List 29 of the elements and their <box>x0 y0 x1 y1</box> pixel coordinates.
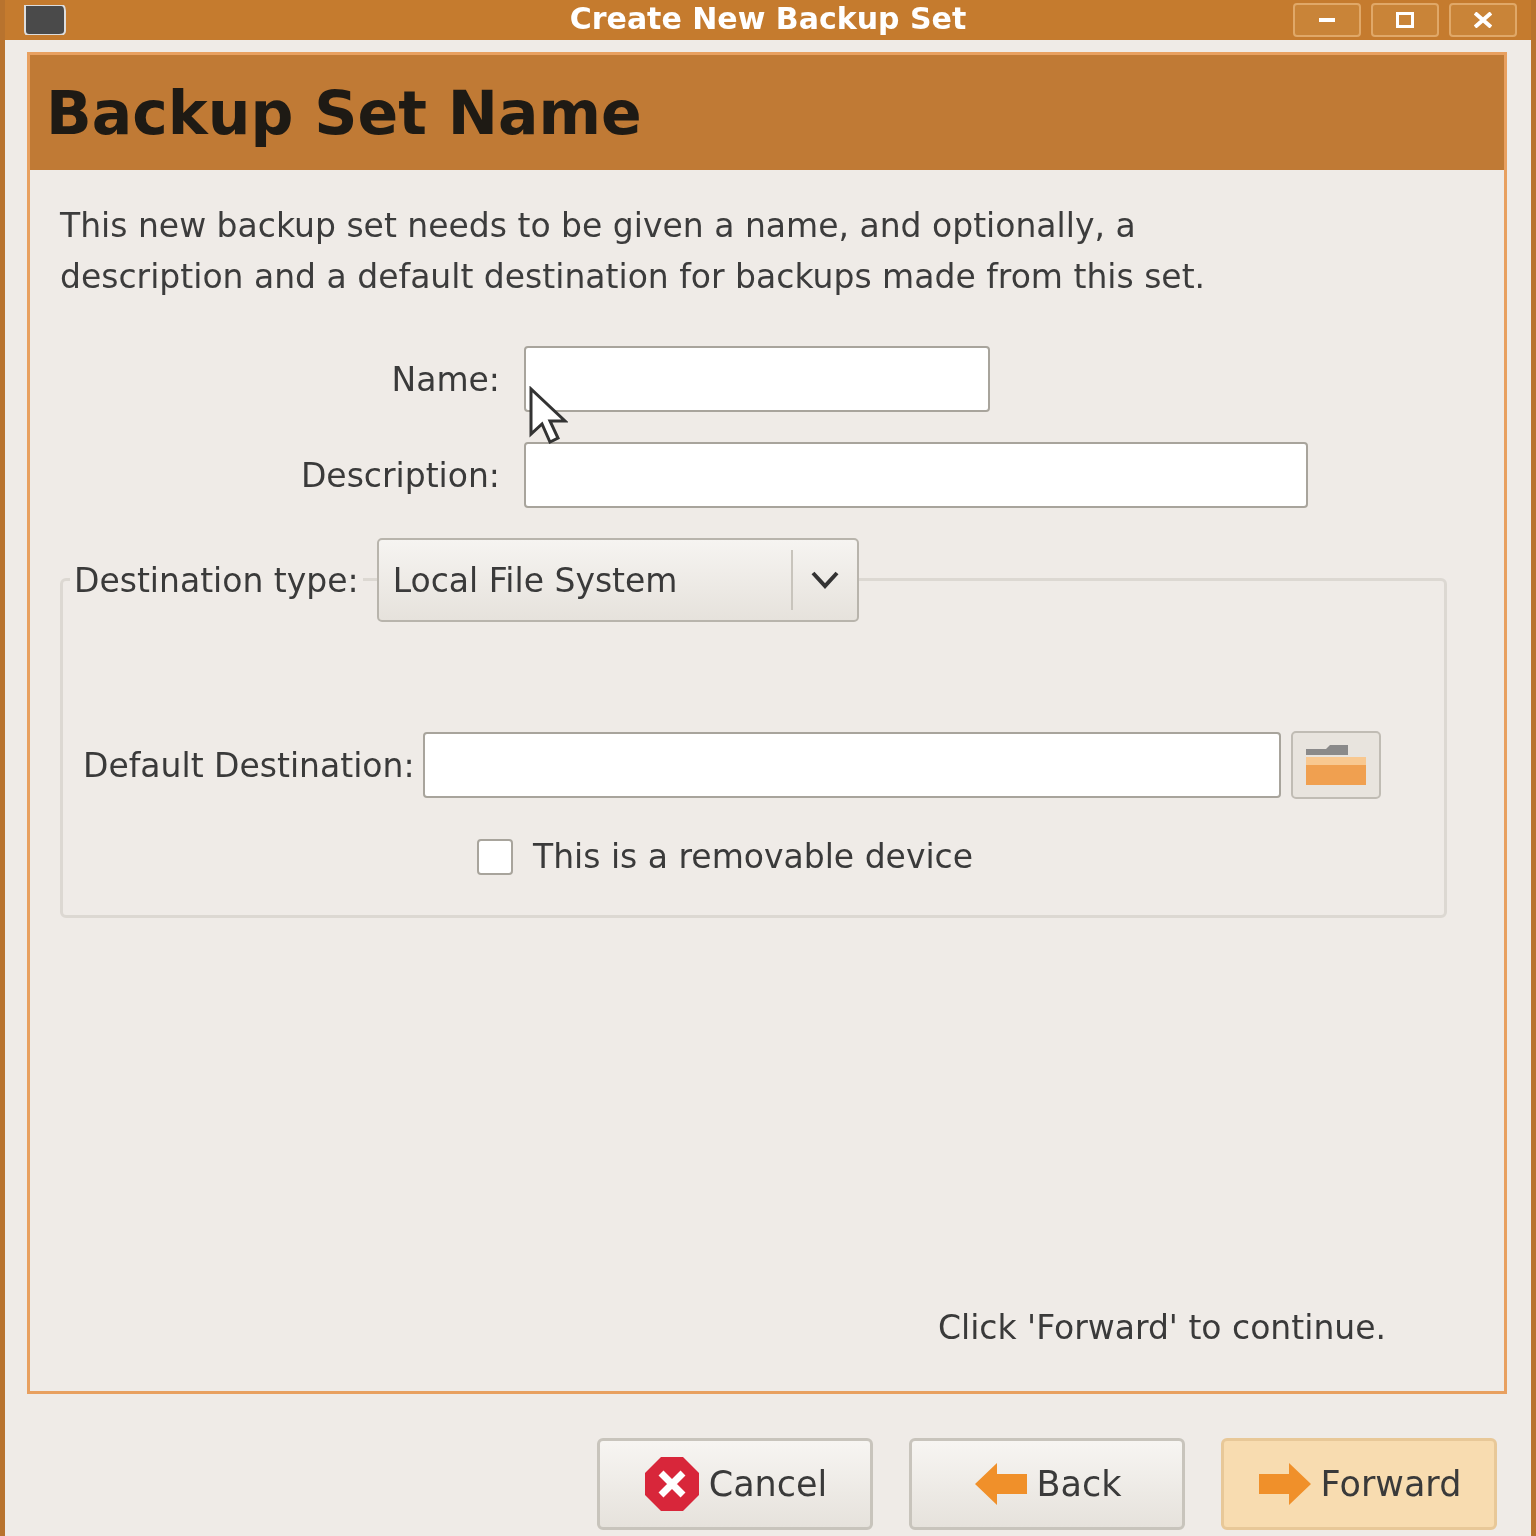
back-button[interactable]: Back <box>909 1438 1185 1530</box>
intro-text: This new backup set needs to be given a name, and optionally, a description and a default destination for backups made from this set. <box>60 205 1207 298</box>
arrow-right-icon <box>1256 1461 1313 1507</box>
maximize-icon <box>1396 12 1414 28</box>
browse-button[interactable] <box>1290 731 1381 799</box>
cancel-button[interactable]: Cancel <box>597 1438 873 1530</box>
text-field[interactable] <box>524 442 1308 508</box>
close-button[interactable] <box>1449 3 1517 37</box>
field-label: Name: <box>390 359 500 399</box>
destination-dropdown[interactable]: Local File System <box>376 538 859 622</box>
cancel-icon <box>642 1455 701 1513</box>
field-label: Description: <box>299 455 500 495</box>
chevron-down-icon <box>809 570 840 590</box>
forward-button[interactable]: Forward <box>1221 1438 1497 1530</box>
folder-icon <box>1303 743 1368 787</box>
minimize-button[interactable] <box>1293 3 1361 37</box>
window-title: Create New Backup Set <box>569 1 967 37</box>
maximize-button[interactable] <box>1371 3 1439 37</box>
checkbox[interactable] <box>477 838 513 875</box>
field-label: Default Destination: <box>83 745 415 785</box>
checkbox-label: This is a removable device <box>533 837 974 876</box>
text-field[interactable] <box>422 732 1281 798</box>
cursor-icon <box>528 386 568 444</box>
document-icon <box>21 5 67 35</box>
hint-text: Click 'Forward' to continue. <box>937 1308 1386 1347</box>
close-icon <box>1474 12 1492 28</box>
minimize-icon <box>1319 18 1335 22</box>
text-field[interactable] <box>524 346 990 412</box>
page-title: Backup Set Name <box>46 77 642 148</box>
